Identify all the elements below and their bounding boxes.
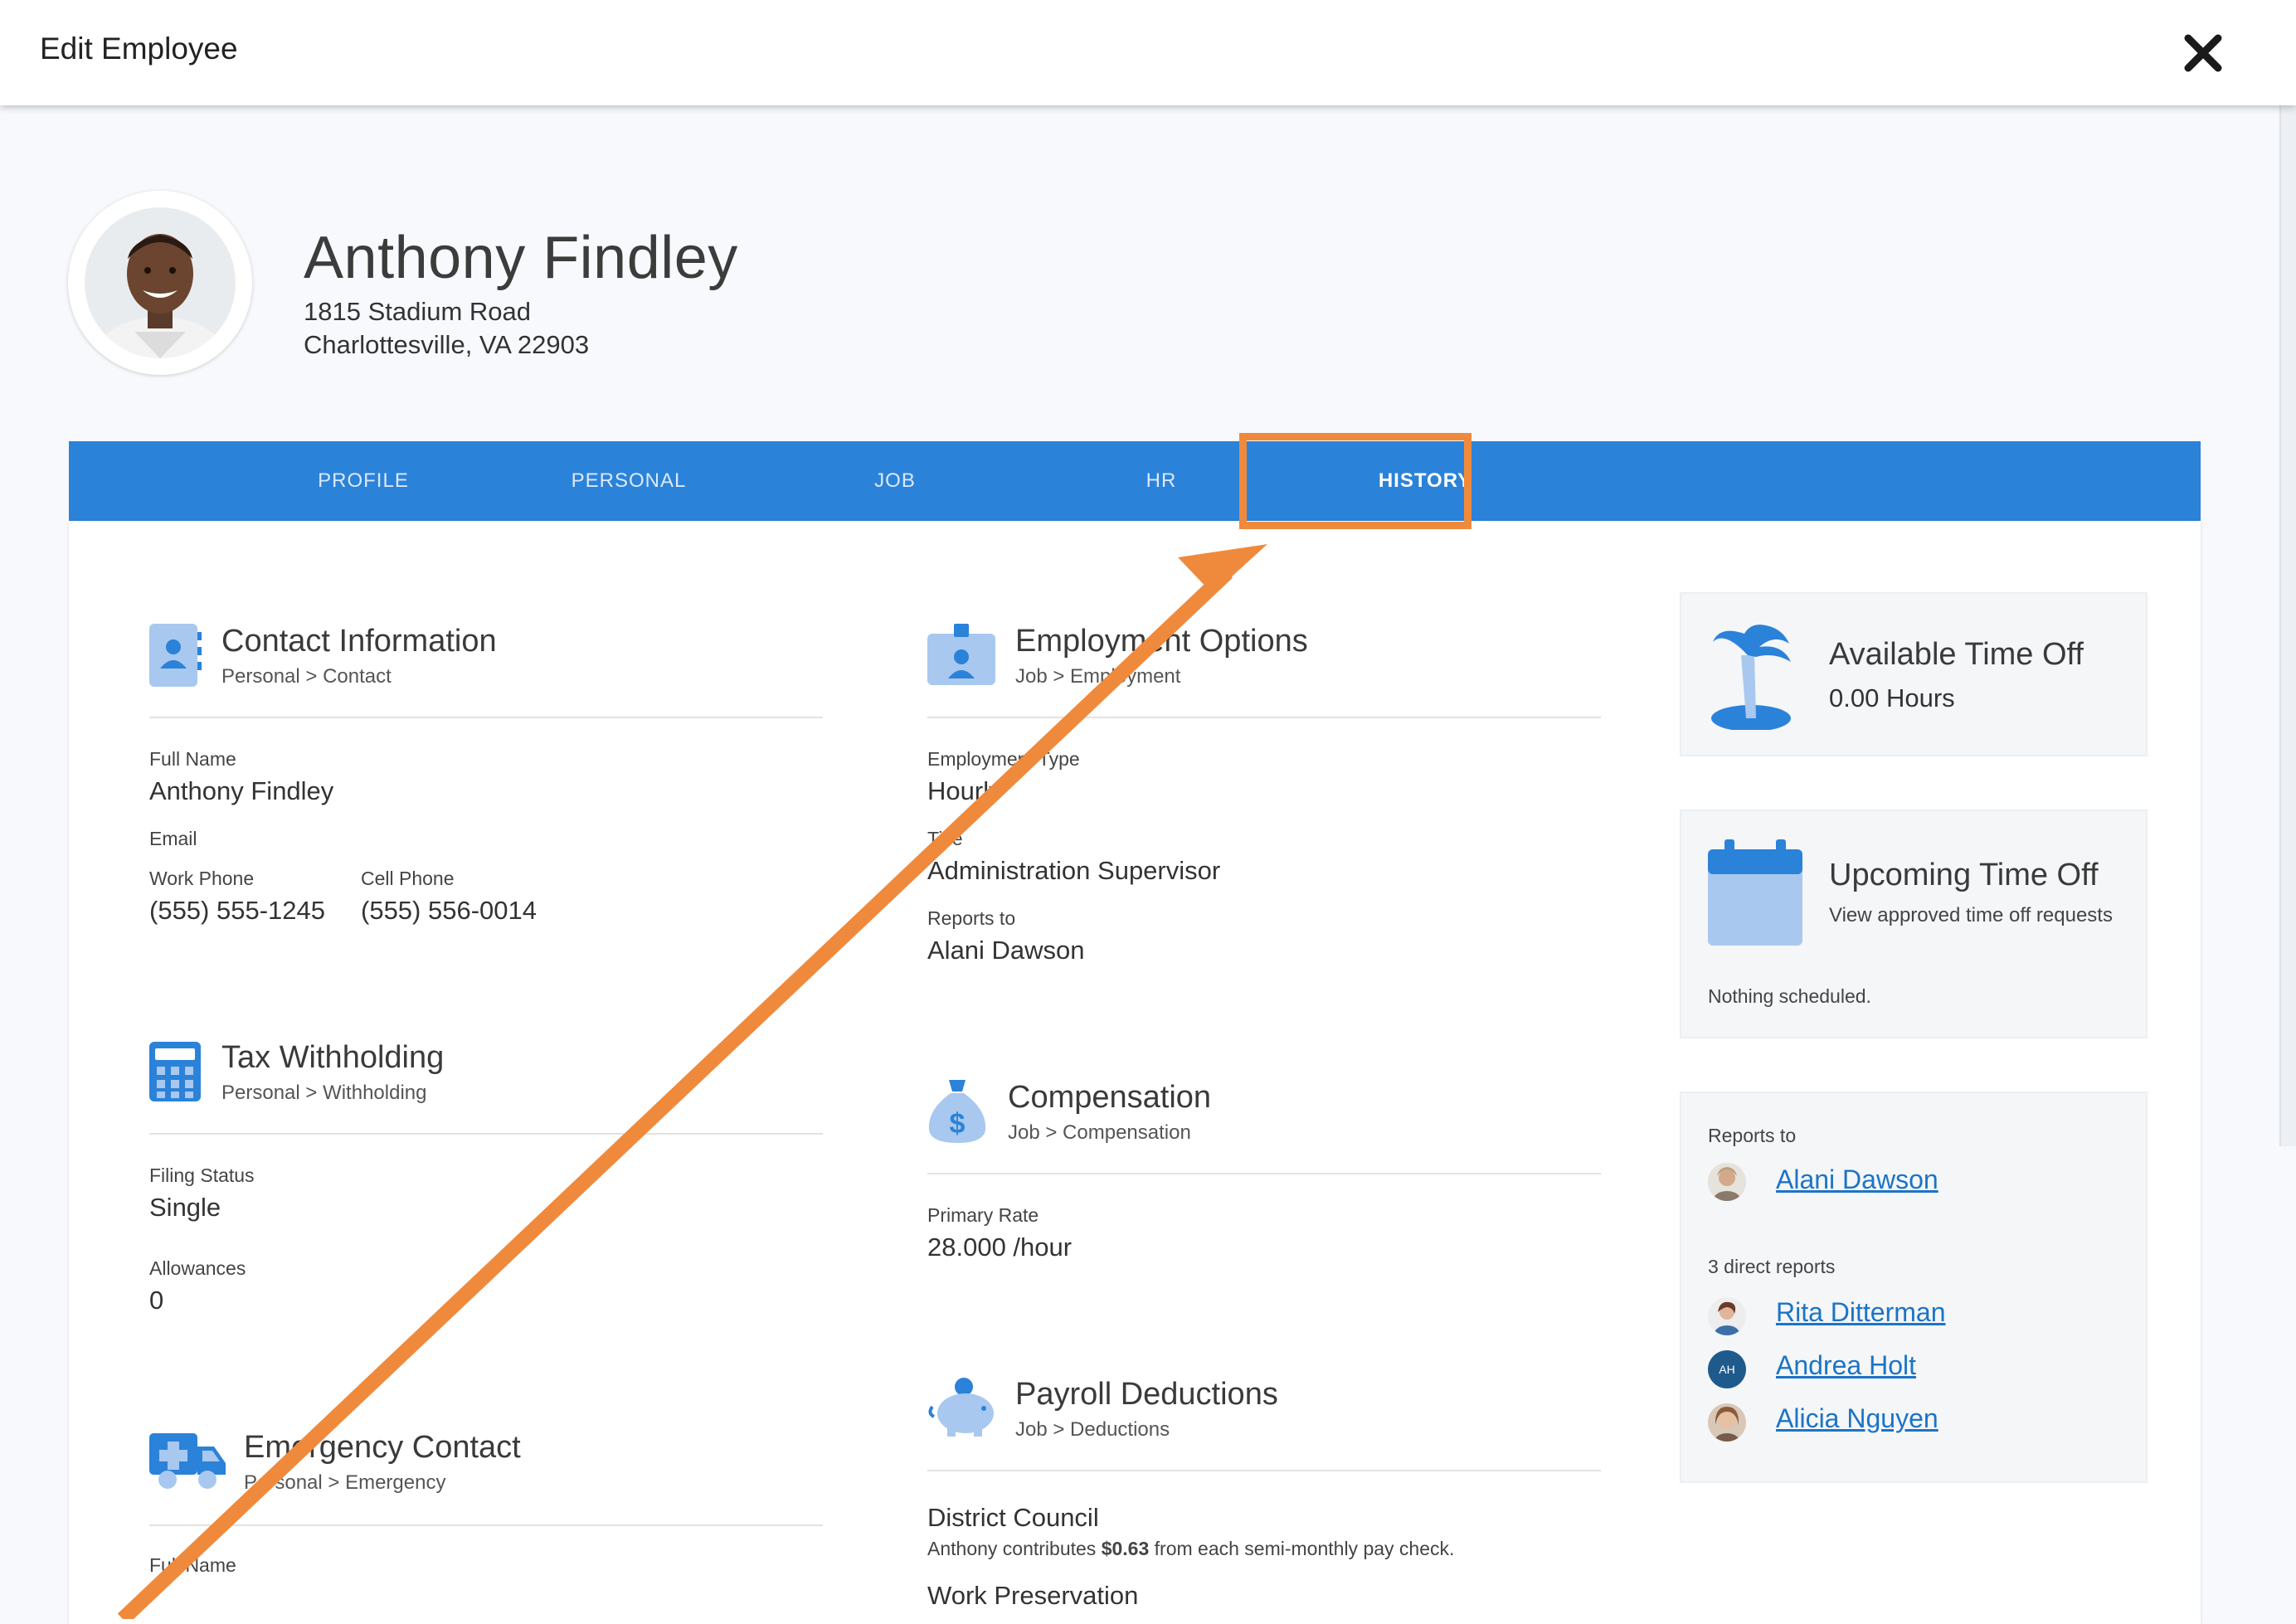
primary-rate-value: 28.000 /hour xyxy=(927,1233,1073,1262)
direct-report-link[interactable]: Alicia Nguyen xyxy=(1776,1403,1938,1434)
dialog-title: Edit Employee xyxy=(40,32,238,66)
deduction-amount: $0.63 xyxy=(1101,1538,1150,1559)
compensation-breadcrumb[interactable]: Job > Compensation xyxy=(1008,1121,1191,1145)
allowances-value: 0 xyxy=(149,1286,164,1315)
dialog-header: Edit Employee xyxy=(0,0,2296,105)
employment-section-title: Employment Options xyxy=(1015,624,1308,659)
org-panel: Reports to Alani Dawson 3 direct reports… xyxy=(1680,1092,2148,1483)
direct-report-link[interactable]: Andrea Holt xyxy=(1776,1350,1916,1381)
deduction-text-post: from each semi-monthly pay check. xyxy=(1149,1538,1455,1559)
divider xyxy=(149,1524,823,1526)
svg-text:$: $ xyxy=(950,1108,966,1140)
reports-to-label: Reports to xyxy=(927,907,1016,929)
ambulance-icon xyxy=(149,1433,226,1489)
direct-reports-label: 3 direct reports xyxy=(1708,1256,1836,1277)
cell-phone-value: (555) 556-0014 xyxy=(361,896,537,925)
tax-breadcrumb[interactable]: Personal > Withholding xyxy=(221,1082,426,1105)
tax-section-title: Tax Withholding xyxy=(221,1040,445,1075)
cell-phone-label: Cell Phone xyxy=(361,868,455,889)
tab-personal[interactable]: PERSONAL xyxy=(488,441,770,521)
filing-status-label: Filing Status xyxy=(149,1165,255,1186)
tab-bar: PROFILE PERSONAL JOB HR HISTORY xyxy=(69,441,2201,521)
contact-card-icon xyxy=(149,624,202,687)
direct-report-link[interactable]: Rita Ditterman xyxy=(1776,1297,1946,1328)
divider xyxy=(927,1173,1601,1174)
full-name-value: Anthony Findley xyxy=(149,776,334,805)
history-tab-highlight xyxy=(1239,433,1471,529)
tab-profile[interactable]: PROFILE xyxy=(222,441,504,521)
job-title-value: Administration Supervisor xyxy=(927,856,1221,885)
compensation-section-title: Compensation xyxy=(1008,1080,1212,1115)
avatar: AH xyxy=(1708,1350,1746,1388)
job-title-label: Title xyxy=(927,828,963,849)
calendar-icon xyxy=(1708,839,1802,946)
divider xyxy=(927,1470,1601,1471)
id-badge-icon xyxy=(927,624,995,685)
upcoming-time-off-title: Upcoming Time Off xyxy=(1829,858,2099,892)
upcoming-subtitle: View approved time off requests xyxy=(1829,904,2113,926)
employee-address: 1815 Stadium Road Charlottesville, VA 22… xyxy=(304,295,589,362)
avatar xyxy=(1708,1163,1746,1201)
emergency-section-title: Emergency Contact xyxy=(244,1430,521,1465)
employee-name: Anthony Findley xyxy=(304,225,738,291)
emergency-breadcrumb[interactable]: Personal > Emergency xyxy=(244,1471,445,1495)
available-hours: 0.00 Hours xyxy=(1829,683,1955,712)
employment-type-value: Hourly xyxy=(927,776,1002,805)
emergency-full-name-label: Full Name xyxy=(149,1554,236,1576)
nothing-scheduled-text: Nothing scheduled. xyxy=(1708,985,1871,1007)
available-time-off-panel[interactable]: Available Time Off 0.00 Hours xyxy=(1680,592,2148,756)
scrollbar[interactable] xyxy=(2279,105,2296,1146)
deductions-section-title: Payroll Deductions xyxy=(1015,1377,1278,1412)
divider xyxy=(149,1133,823,1135)
email-label: Email xyxy=(149,828,197,849)
avatar xyxy=(1708,1403,1746,1442)
upcoming-time-off-panel[interactable]: Upcoming Time Off View approved time off… xyxy=(1680,810,2148,1038)
deductions-breadcrumb[interactable]: Job > Deductions xyxy=(1015,1418,1170,1442)
deduction-item-name: District Council xyxy=(927,1503,1099,1532)
full-name-label: Full Name xyxy=(149,748,236,770)
work-phone-label: Work Phone xyxy=(149,868,255,889)
calculator-icon xyxy=(149,1042,201,1101)
close-icon[interactable] xyxy=(2180,30,2226,76)
filing-status-value: Single xyxy=(149,1193,221,1222)
allowances-label: Allowances xyxy=(149,1257,246,1279)
avatar-photo xyxy=(85,207,236,358)
available-time-off-title: Available Time Off xyxy=(1829,637,2084,672)
reports-to-value: Alani Dawson xyxy=(927,936,1085,965)
deduction-item-detail: Anthony contributes $0.63 from each semi… xyxy=(927,1538,1454,1560)
primary-rate-label: Primary Rate xyxy=(927,1204,1039,1226)
divider xyxy=(927,717,1601,718)
deduction-item-name: Work Preservation xyxy=(927,1581,1139,1610)
avatar xyxy=(1708,1297,1746,1335)
employment-breadcrumb[interactable]: Job > Employment xyxy=(1015,665,1180,688)
money-bag-icon: $ xyxy=(928,1080,986,1143)
address-line-1: 1815 Stadium Road xyxy=(304,297,532,326)
deduction-text-pre: Anthony contributes xyxy=(927,1538,1102,1559)
palm-tree-icon xyxy=(1711,625,1791,730)
tab-job[interactable]: JOB xyxy=(754,441,1036,521)
work-phone-value: (555) 555-1245 xyxy=(149,896,325,925)
contact-section-title: Contact Information xyxy=(221,624,497,659)
address-line-2: Charlottesville, VA 22903 xyxy=(304,330,590,359)
employee-avatar xyxy=(68,191,252,375)
org-reports-to-label: Reports to xyxy=(1708,1125,1797,1146)
manager-link[interactable]: Alani Dawson xyxy=(1776,1165,1938,1195)
employment-type-label: Employment Type xyxy=(927,748,1080,770)
piggy-bank-icon xyxy=(928,1378,994,1437)
contact-breadcrumb[interactable]: Personal > Contact xyxy=(221,665,392,688)
divider xyxy=(149,717,823,718)
